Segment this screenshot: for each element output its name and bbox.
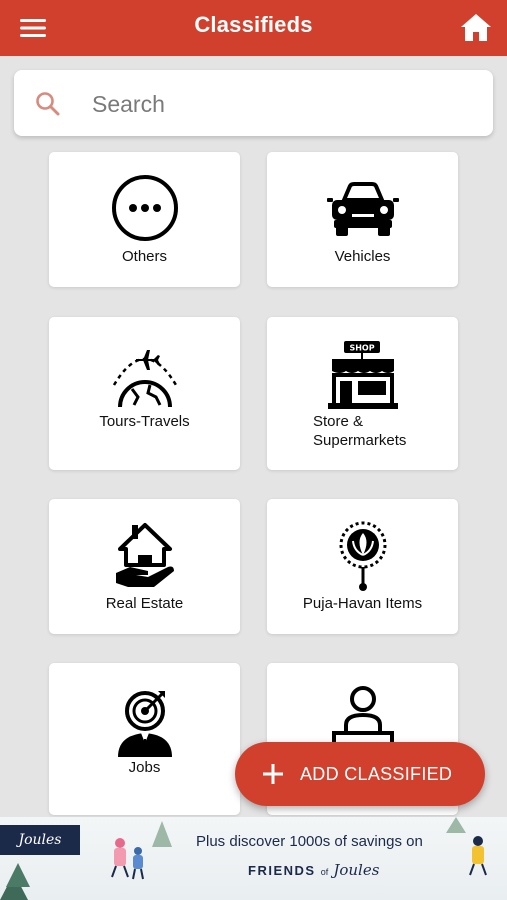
category-card-others[interactable]: Others (49, 152, 240, 287)
ad-subline-of: of (320, 867, 329, 877)
puja-icon (339, 521, 386, 591)
svg-text:SHOP: SHOP (349, 344, 374, 353)
plus-icon (263, 764, 283, 784)
category-label: Puja-Havan Items (302, 595, 423, 612)
category-card-store-supermarkets[interactable]: SHOP Store & Supermarkets (267, 317, 458, 470)
home-icon[interactable] (457, 10, 495, 44)
airplane-globe-icon (112, 350, 177, 408)
house-hand-icon (115, 523, 174, 587)
category-label: Tours-Travels (99, 413, 190, 430)
category-label: Jobs (128, 759, 161, 776)
ad-subline: FRIENDS of Joules (248, 861, 379, 879)
shop-icon: SHOP (327, 341, 398, 409)
more-dots-icon (111, 175, 178, 241)
ad-subline-prefix: FRIENDS (248, 863, 316, 878)
add-classified-button[interactable]: ADD CLASSIFIED (235, 742, 485, 806)
search-input[interactable] (90, 84, 474, 124)
ad-subline-brand: Joules (333, 861, 380, 879)
app-bar: Classifieds (0, 0, 507, 56)
category-label: Others (121, 248, 167, 265)
search-bar (14, 70, 493, 136)
ad-logo: Joules (0, 825, 80, 855)
category-card-puja-havan-items[interactable]: Puja-Havan Items (267, 499, 458, 634)
page-title: Classifieds (194, 12, 313, 37)
category-card-vehicles[interactable]: Vehicles (267, 152, 458, 287)
target-person-icon (117, 691, 172, 757)
category-card-jobs[interactable]: Jobs (49, 663, 240, 815)
category-label: Store & Supermarkets (313, 413, 407, 449)
add-classified-label: ADD CLASSIFIED (300, 764, 453, 784)
category-card-real-estate[interactable]: Real Estate (49, 499, 240, 634)
search-icon (36, 92, 60, 116)
car-icon (326, 182, 399, 236)
ad-banner[interactable]: Joules Plus discover 1000s of savings on… (0, 817, 507, 900)
category-label: Real Estate (105, 595, 184, 612)
category-label: Vehicles (334, 248, 391, 265)
category-card-tours-travels[interactable]: Tours-Travels (49, 317, 240, 470)
ad-headline: Plus discover 1000s of savings on (196, 833, 423, 850)
